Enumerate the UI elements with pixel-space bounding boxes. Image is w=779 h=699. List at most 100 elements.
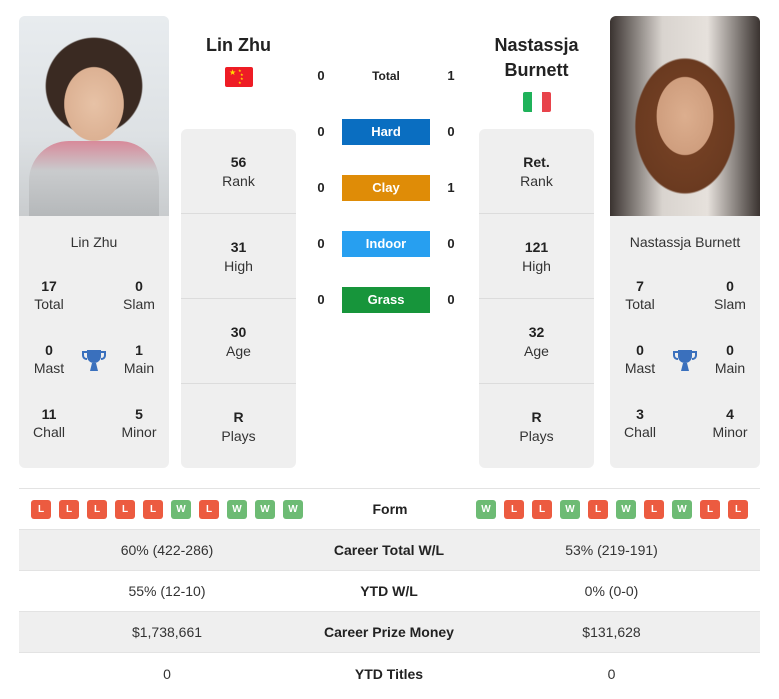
- titles-total-label: Total: [34, 296, 64, 312]
- titles-minor-value: 4: [726, 406, 734, 422]
- h2h-p2-value: 0: [447, 236, 455, 251]
- stat-high-value: 121: [524, 238, 549, 255]
- form-win-badge[interactable]: W: [560, 500, 580, 519]
- stat-rank-label: Rank: [520, 172, 553, 189]
- surface-hard-badge[interactable]: Hard: [342, 119, 430, 145]
- h2h-row-indoor: 0 Indoor 0: [310, 231, 465, 257]
- form-win-badge[interactable]: W: [283, 500, 303, 519]
- titles-total-label: Total: [625, 296, 655, 312]
- stat-high-value: 31: [230, 238, 247, 255]
- stat-rank: Ret. Rank: [479, 129, 594, 214]
- player1-stats: 56 Rank 31 High 30 Age R Plays: [181, 129, 296, 468]
- player2-value: 0% (0-0): [584, 583, 639, 599]
- surface-grass-badge[interactable]: Grass: [342, 287, 430, 313]
- stat-plays: R Plays: [181, 384, 296, 468]
- stat-rank-label: Rank: [222, 172, 255, 189]
- stat-high: 121 High: [479, 214, 594, 299]
- stat-plays-value: R: [531, 409, 542, 425]
- h2h-p1-value: 0: [317, 124, 325, 139]
- table-row: 0 YTD Titles 0: [19, 653, 760, 694]
- stat-plays: R Plays: [479, 384, 594, 468]
- titles-main-value: 0: [726, 342, 734, 358]
- titles-total: 7 Total: [610, 278, 670, 312]
- titles-slam-value: 0: [135, 278, 143, 294]
- form-win-badge[interactable]: W: [255, 500, 275, 519]
- player1-photo[interactable]: [19, 16, 169, 216]
- form-win-badge[interactable]: W: [476, 500, 496, 519]
- h2h-p1-value: 0: [317, 236, 325, 251]
- titles-total-value: 17: [41, 278, 57, 294]
- form-loss-badge[interactable]: L: [59, 500, 79, 519]
- form-loss-badge[interactable]: L: [588, 500, 608, 519]
- form-loss-badge[interactable]: L: [199, 500, 219, 519]
- player2-value: $131,628: [582, 624, 641, 640]
- h2h-row-hard: 0 Hard 0: [310, 119, 465, 145]
- stat-age-label: Age: [226, 342, 251, 359]
- form-loss-badge[interactable]: L: [728, 500, 748, 519]
- titles-main-label: Main: [714, 360, 746, 376]
- titles-slam-label: Slam: [714, 296, 746, 312]
- stat-high-label: High: [224, 257, 253, 274]
- player1-value: 60% (422-286): [120, 542, 214, 558]
- row-label: Career Prize Money: [324, 624, 454, 640]
- china-flag-icon: ★ ★ ★ ★ ★: [225, 67, 253, 87]
- stat-plays-label: Plays: [519, 428, 554, 444]
- titles-chall: 3 Chall: [610, 406, 670, 440]
- stat-age-label: Age: [524, 342, 549, 359]
- stat-plays-value: R: [233, 409, 244, 425]
- form-loss-badge[interactable]: L: [532, 500, 552, 519]
- titles-mast: 0 Mast: [19, 342, 79, 376]
- form-win-badge[interactable]: W: [227, 500, 247, 519]
- surface-clay-badge[interactable]: Clay: [342, 175, 430, 201]
- player1-value: $1,738,661: [131, 624, 203, 640]
- player2-stats: Ret. Rank 121 High 32 Age R Plays: [479, 129, 594, 468]
- stat-high: 31 High: [181, 214, 296, 299]
- stat-rank-value: 56: [230, 153, 247, 170]
- h2h-row-clay: 0 Clay 1: [310, 175, 465, 201]
- h2h-p1-value: 0: [317, 68, 325, 83]
- titles-chall: 11 Chall: [19, 406, 79, 440]
- stat-plays-label: Plays: [221, 428, 256, 444]
- player2-card-name[interactable]: Nastassja Burnett: [610, 234, 760, 250]
- form-loss-badge[interactable]: L: [143, 500, 163, 519]
- form-loss-badge[interactable]: L: [87, 500, 107, 519]
- form-label: Form: [372, 501, 408, 517]
- titles-total: 17 Total: [19, 278, 79, 312]
- player2-name[interactable]: Nastassja Burnett: [478, 33, 595, 83]
- titles-minor-value: 5: [135, 406, 143, 422]
- table-row: $1,738,661 Career Prize Money $131,628: [19, 612, 760, 653]
- titles-slam: 0 Slam: [700, 278, 760, 312]
- surface-indoor-badge[interactable]: Indoor: [342, 231, 430, 257]
- player1-value: 0: [163, 665, 171, 682]
- titles-chall-value: 11: [41, 406, 57, 422]
- titles-total-value: 7: [636, 278, 644, 294]
- player2-photo[interactable]: [610, 16, 760, 216]
- form-win-badge[interactable]: W: [171, 500, 191, 519]
- titles-slam-label: Slam: [123, 296, 155, 312]
- titles-chall-label: Chall: [624, 424, 656, 440]
- titles-main: 1 Main: [109, 342, 169, 376]
- player1-name[interactable]: Lin Zhu: [180, 33, 297, 58]
- h2h-p2-value: 0: [447, 124, 455, 139]
- titles-minor-label: Minor: [121, 424, 157, 440]
- titles-mast-value: 0: [636, 342, 644, 358]
- titles-main-value: 1: [135, 342, 143, 358]
- titles-minor: 5 Minor: [109, 406, 169, 440]
- stat-high-label: High: [522, 257, 551, 274]
- table-row: 55% (12-10) YTD W/L 0% (0-0): [19, 571, 760, 612]
- stat-rank: 56 Rank: [181, 129, 296, 214]
- form-loss-badge[interactable]: L: [644, 500, 664, 519]
- titles-slam-value: 0: [726, 278, 734, 294]
- form-win-badge[interactable]: W: [616, 500, 636, 519]
- form-loss-badge[interactable]: L: [115, 500, 135, 519]
- form-loss-badge[interactable]: L: [31, 500, 51, 519]
- italy-flag-icon: [523, 92, 551, 112]
- form-win-badge[interactable]: W: [672, 500, 692, 519]
- titles-minor-label: Minor: [712, 424, 748, 440]
- player1-card-name[interactable]: Lin Zhu: [19, 234, 169, 250]
- form-loss-badge[interactable]: L: [700, 500, 720, 519]
- stat-age: 30 Age: [181, 299, 296, 384]
- h2h-p2-value: 1: [447, 68, 455, 83]
- titles-mast-value: 0: [45, 342, 53, 358]
- form-loss-badge[interactable]: L: [504, 500, 524, 519]
